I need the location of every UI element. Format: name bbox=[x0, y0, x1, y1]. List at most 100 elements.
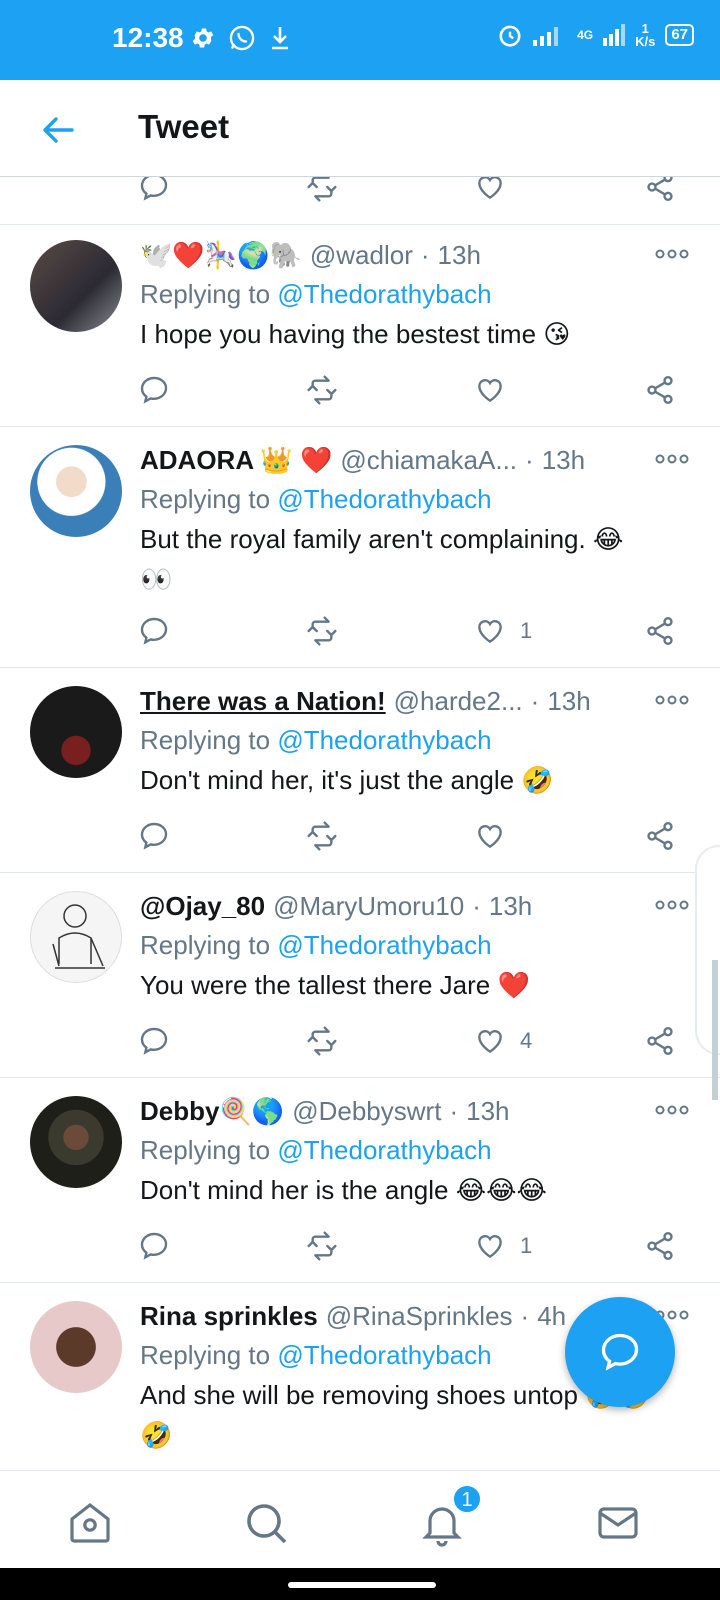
tweet-body: There was a Nation! @harde2... · 13h Rep… bbox=[140, 682, 696, 800]
user-handle[interactable]: @RinaSprinkles bbox=[326, 1297, 513, 1335]
like-button[interactable] bbox=[474, 370, 520, 410]
retweet-button[interactable] bbox=[306, 816, 338, 856]
retweet-button[interactable] bbox=[306, 1021, 338, 1061]
display-name[interactable]: Rina sprinkles bbox=[140, 1297, 318, 1335]
reply-icon bbox=[140, 376, 168, 404]
share-button[interactable] bbox=[644, 177, 676, 207]
tweet-header: 🕊️❤️🎠🌍🐘 @wadlor · 13h bbox=[140, 236, 696, 274]
back-button[interactable] bbox=[38, 110, 78, 150]
user-handle[interactable]: @harde2... bbox=[394, 682, 523, 720]
reply-tweet[interactable]: There was a Nation! @harde2... · 13h Rep… bbox=[0, 668, 720, 873]
retweet-button[interactable] bbox=[306, 611, 338, 651]
display-name[interactable]: Debby🍭🌎 bbox=[140, 1092, 284, 1130]
mention-link[interactable]: @Thedorathybach bbox=[277, 1340, 491, 1370]
reply-button[interactable] bbox=[138, 177, 170, 207]
more-options-icon[interactable] bbox=[654, 895, 690, 915]
tweet-actions bbox=[0, 816, 720, 856]
retweet-button[interactable] bbox=[306, 177, 338, 207]
mention-link[interactable]: @Thedorathybach bbox=[277, 930, 491, 960]
retweet-icon bbox=[307, 1231, 337, 1261]
network-speed: 1 K/s bbox=[635, 21, 656, 49]
heart-icon bbox=[478, 1235, 502, 1259]
like-button[interactable]: 1 bbox=[474, 1226, 532, 1266]
signal-strength-2-icon bbox=[603, 24, 626, 46]
share-button[interactable] bbox=[644, 1226, 676, 1266]
tweet-body: ADAORA 👑 ❤️ @chiamakaA... · 13h Replying… bbox=[140, 441, 696, 599]
more-options-icon[interactable] bbox=[654, 244, 690, 264]
mention-link[interactable]: @Thedorathybach bbox=[277, 484, 491, 514]
tweet-time: 13h bbox=[466, 1096, 510, 1126]
separator-dot: · bbox=[525, 445, 534, 475]
replies-feed[interactable]: 🕊️❤️🎠🌍🐘 @wadlor · 13h Replying to @Thedo… bbox=[0, 177, 720, 1470]
reply-icon bbox=[140, 1027, 168, 1055]
display-name[interactable]: @Ojay_80 bbox=[140, 887, 265, 925]
status-right-icons: 4G 1 K/s 67 bbox=[497, 22, 694, 48]
status-left-icons bbox=[190, 24, 292, 52]
user-handle[interactable]: @chiamakaA... bbox=[340, 441, 517, 479]
reply-button[interactable] bbox=[138, 1226, 170, 1266]
scrollbar[interactable] bbox=[712, 960, 718, 1100]
user-handle[interactable]: @wadlor bbox=[310, 236, 413, 274]
mention-link[interactable]: @Thedorathybach bbox=[277, 1135, 491, 1165]
like-button[interactable] bbox=[474, 816, 520, 856]
tweet-actions bbox=[0, 370, 720, 410]
reply-button[interactable] bbox=[138, 370, 170, 410]
reply-icon bbox=[140, 617, 168, 645]
like-button[interactable]: 1 bbox=[474, 611, 532, 651]
more-options-icon[interactable] bbox=[654, 1100, 690, 1120]
avatar[interactable] bbox=[30, 891, 122, 983]
reply-tweet[interactable]: Debby🍭🌎 @Debbyswrt · 13h Replying to @Th… bbox=[0, 1078, 720, 1283]
tweet-time: 13h bbox=[547, 686, 591, 716]
battery-indicator: 67 bbox=[665, 24, 694, 46]
reply-button[interactable] bbox=[138, 816, 170, 856]
avatar[interactable] bbox=[30, 240, 122, 332]
app-header: Tweet bbox=[0, 80, 720, 177]
replying-to-line: Replying to @Thedorathybach bbox=[140, 725, 492, 755]
search-icon bbox=[247, 1504, 287, 1544]
like-button[interactable] bbox=[474, 177, 506, 207]
avatar[interactable] bbox=[30, 686, 122, 778]
replying-to-line: Replying to @Thedorathybach bbox=[140, 279, 492, 309]
mention-link[interactable]: @Thedorathybach bbox=[277, 725, 491, 755]
share-button[interactable] bbox=[644, 816, 676, 856]
separator-dot: · bbox=[449, 1096, 459, 1126]
share-button[interactable] bbox=[644, 1021, 676, 1061]
compose-reply-button[interactable] bbox=[565, 1297, 675, 1407]
avatar[interactable] bbox=[30, 445, 122, 537]
more-options-icon[interactable] bbox=[654, 690, 690, 710]
display-name[interactable]: There was a Nation! bbox=[140, 682, 386, 720]
page-title: Tweet bbox=[138, 108, 230, 145]
more-options-icon[interactable] bbox=[654, 449, 690, 469]
share-button[interactable] bbox=[644, 370, 676, 410]
reply-tweet[interactable]: 🕊️❤️🎠🌍🐘 @wadlor · 13h Replying to @Thedo… bbox=[0, 222, 720, 427]
tweet-header: ADAORA 👑 ❤️ @chiamakaA... · 13h bbox=[140, 441, 696, 479]
retweet-button[interactable] bbox=[306, 1226, 338, 1266]
tweet-body: 🕊️❤️🎠🌍🐘 @wadlor · 13h Replying to @Thedo… bbox=[140, 236, 696, 354]
user-handle[interactable]: @Debbyswrt bbox=[292, 1092, 441, 1130]
display-name[interactable]: 🕊️❤️🎠🌍🐘 bbox=[140, 236, 302, 274]
display-name[interactable]: ADAORA 👑 ❤️ bbox=[140, 441, 332, 479]
reply-tweet[interactable]: @Ojay_80 @MaryUmoru10 · 13h Replying to … bbox=[0, 873, 720, 1078]
like-button[interactable]: 4 bbox=[474, 1021, 532, 1061]
reply-tweet[interactable]: ADAORA 👑 ❤️ @chiamakaA... · 13h Replying… bbox=[0, 427, 720, 668]
nav-messages[interactable] bbox=[594, 1499, 642, 1547]
user-handle[interactable]: @MaryUmoru10 bbox=[273, 887, 464, 925]
share-button[interactable] bbox=[644, 611, 676, 651]
retweet-icon bbox=[307, 1026, 337, 1056]
retweet-button[interactable] bbox=[306, 370, 338, 410]
notifications-badge: 1 bbox=[452, 1484, 482, 1514]
avatar[interactable] bbox=[30, 1301, 122, 1393]
reply-button[interactable] bbox=[138, 611, 170, 651]
whatsapp-icon bbox=[229, 25, 255, 51]
signal-strength-icon bbox=[533, 27, 559, 46]
separator-dot: · bbox=[472, 891, 481, 921]
avatar[interactable] bbox=[30, 1096, 122, 1188]
reply-button[interactable] bbox=[138, 1021, 170, 1061]
nav-search[interactable] bbox=[242, 1499, 290, 1547]
heart-icon bbox=[478, 177, 502, 200]
home-gesture-bar[interactable] bbox=[288, 1582, 436, 1588]
retweet-icon bbox=[307, 821, 337, 851]
heart-icon bbox=[478, 1030, 502, 1054]
mention-link[interactable]: @Thedorathybach bbox=[277, 279, 491, 309]
nav-home[interactable] bbox=[66, 1499, 114, 1547]
